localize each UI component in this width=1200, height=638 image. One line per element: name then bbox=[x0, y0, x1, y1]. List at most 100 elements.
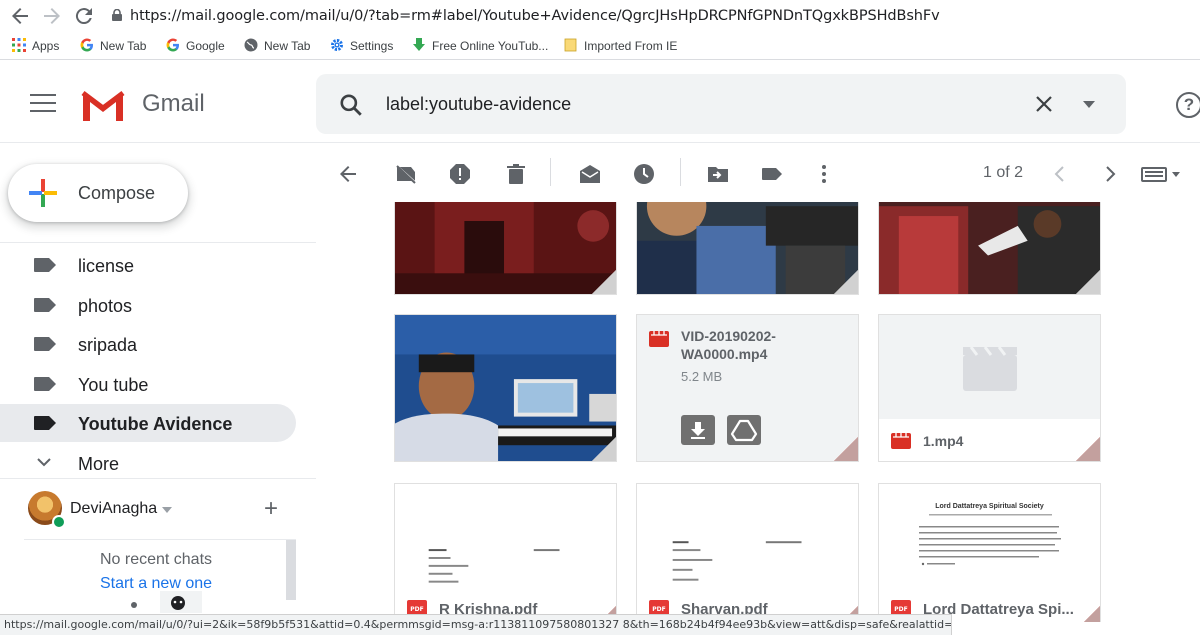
page-fold-icon bbox=[834, 270, 858, 294]
bookmark-new-tab[interactable]: New Tab bbox=[80, 37, 146, 55]
clear-search-icon[interactable] bbox=[1032, 92, 1056, 116]
globe-icon bbox=[244, 38, 258, 52]
label-tag-icon bbox=[34, 416, 56, 430]
sidebar-item-label: photos bbox=[78, 296, 133, 316]
move-to-icon[interactable] bbox=[706, 162, 730, 186]
delete-icon[interactable] bbox=[504, 162, 528, 186]
bookmark-label: Imported From IE bbox=[584, 39, 678, 53]
sidebar-item-label: license bbox=[78, 256, 135, 276]
photo-thumbnail bbox=[637, 202, 858, 294]
sidebar-item-sripada[interactable]: sripada bbox=[0, 325, 296, 363]
sidebar-item-label: More bbox=[78, 454, 120, 474]
labels-icon[interactable] bbox=[760, 162, 784, 186]
bookmark-imported-from-ie[interactable]: Imported From IE bbox=[564, 37, 677, 55]
bookmark-new-tab-2[interactable]: New Tab bbox=[244, 37, 310, 55]
folder-icon bbox=[564, 38, 577, 52]
compose-label: Compose bbox=[78, 183, 156, 203]
help-icon[interactable]: ? bbox=[1176, 92, 1200, 118]
attachment-video-1-mp4[interactable]: 1.mp4 bbox=[878, 314, 1101, 462]
sidebar-item-you-tube[interactable]: You tube bbox=[0, 365, 296, 403]
bookmark-label: Settings bbox=[350, 39, 394, 53]
bookmark-label: Apps bbox=[32, 39, 60, 53]
video-filename: 1.mp4 bbox=[923, 433, 964, 449]
sidebar-item-youtube-avidence[interactable]: Youtube Avidence bbox=[0, 404, 296, 442]
url-field[interactable]: https://mail.google.com/mail/u/0/?tab=rm… bbox=[112, 5, 1192, 27]
attachments-grid: VID-20190202- WA0000.mp4 5.2 MB 1.mp4 PD… bbox=[316, 202, 1200, 622]
report-spam-icon[interactable] bbox=[448, 162, 472, 186]
gmail-wordmark: Gmail bbox=[142, 90, 205, 117]
pagination-count: 1 of 2 bbox=[983, 164, 1024, 181]
main-menu-icon[interactable] bbox=[30, 94, 56, 114]
video-file-icon bbox=[649, 331, 669, 347]
bookmark-google[interactable]: Google bbox=[166, 37, 225, 55]
archive-icon[interactable] bbox=[394, 162, 418, 186]
chat-icon bbox=[171, 596, 185, 610]
search-input[interactable]: label:youtube-avidence bbox=[386, 92, 571, 116]
more-vertical-icon[interactable] bbox=[812, 162, 836, 186]
page-fold-icon bbox=[834, 437, 858, 461]
search-icon[interactable] bbox=[338, 92, 364, 118]
compose-button[interactable]: Compose bbox=[8, 164, 188, 222]
chat-scrollbar[interactable] bbox=[286, 540, 296, 600]
new-chat-plus-icon[interactable]: + bbox=[264, 497, 278, 521]
attachment-pdf-sharvan[interactable]: PDF Sharvan.pdf bbox=[636, 483, 859, 622]
back-to-list-icon[interactable] bbox=[336, 162, 360, 186]
input-tools-keyboard-icon[interactable] bbox=[1140, 162, 1184, 186]
older-chevron-right-icon[interactable] bbox=[1098, 162, 1122, 186]
video-filesize: 5.2 MB bbox=[681, 369, 723, 384]
compose-plus-icon bbox=[29, 179, 57, 207]
apps-grid-icon bbox=[12, 38, 26, 52]
video-filename-line1: VID-20190202- bbox=[681, 328, 776, 344]
video-clapper-icon bbox=[963, 346, 1017, 391]
lock-icon bbox=[112, 9, 122, 21]
bookmark-label: New Tab bbox=[100, 39, 147, 53]
hangouts-username[interactable]: DeviAnagha bbox=[70, 499, 157, 519]
browser-status-url: https://mail.google.com/mail/u/0/?ui=2&i… bbox=[0, 614, 952, 635]
bookmark-settings[interactable]: Settings bbox=[330, 37, 393, 55]
bookmark-apps[interactable]: Apps bbox=[12, 37, 59, 55]
attachment-photo-studio-singer[interactable] bbox=[878, 202, 1101, 295]
presence-dot bbox=[52, 515, 66, 529]
search-bar[interactable]: label:youtube-avidence bbox=[316, 74, 1126, 134]
page-fold-icon bbox=[1084, 606, 1100, 622]
browser-address-bar: https://mail.google.com/mail/u/0/?tab=rm… bbox=[0, 0, 1200, 32]
video-filename-line2: WA0000.mp4 bbox=[681, 346, 768, 362]
attachment-pdf-lord-dattatreya[interactable]: Lord Dattatreya Spiritual Society PDF Lo… bbox=[878, 483, 1101, 622]
photo-thumbnail bbox=[879, 202, 1100, 294]
page-fold-icon bbox=[592, 270, 616, 294]
search-options-caret-icon[interactable] bbox=[1082, 99, 1096, 109]
page-fold-icon bbox=[592, 437, 616, 461]
caret-down-icon[interactable] bbox=[162, 507, 172, 513]
label-tag-icon bbox=[34, 298, 56, 312]
reload-icon[interactable] bbox=[72, 4, 96, 28]
gmail-logo-icon[interactable] bbox=[80, 87, 126, 121]
attachment-pdf-r-krishna[interactable]: PDF R Krishna.pdf bbox=[394, 483, 617, 622]
download-icon bbox=[691, 422, 705, 439]
newer-chevron-left-icon[interactable] bbox=[1048, 162, 1072, 186]
toolbar-separator bbox=[680, 158, 681, 186]
download-button[interactable] bbox=[681, 415, 715, 445]
sidebar-divider bbox=[0, 242, 316, 243]
contacts-icon bbox=[131, 602, 137, 608]
bookmark-free-online-youtube[interactable]: Free Online YouTub... bbox=[412, 37, 548, 55]
sidebar-item-more[interactable]: More bbox=[0, 444, 296, 482]
snooze-clock-icon[interactable] bbox=[632, 162, 656, 186]
save-to-drive-button[interactable] bbox=[727, 415, 761, 445]
attachment-photo-group-selfie[interactable] bbox=[636, 202, 859, 295]
bookmark-label: Free Online YouTub... bbox=[432, 39, 549, 53]
photo-thumbnail bbox=[395, 202, 616, 294]
forward-arrow-icon[interactable] bbox=[40, 4, 64, 28]
back-arrow-icon[interactable] bbox=[8, 4, 32, 28]
sidebar-item-label: Youtube Avidence bbox=[78, 414, 233, 434]
pdf-preview-heading: Lord Dattatreya Spiritual Society bbox=[935, 503, 1044, 510]
sidebar-item-license[interactable]: license bbox=[0, 246, 296, 284]
attachment-video-vid-20190202[interactable]: VID-20190202- WA0000.mp4 5.2 MB bbox=[636, 314, 859, 462]
bookmarks-bar: Apps New Tab Google New Tab Settings Fre… bbox=[0, 32, 1200, 60]
hangouts-bottom-tabs bbox=[131, 591, 202, 613]
sidebar-item-photos[interactable]: photos bbox=[0, 286, 296, 324]
photo-thumbnail bbox=[395, 315, 616, 461]
page-fold-icon bbox=[1076, 437, 1100, 461]
mark-as-unread-icon[interactable] bbox=[578, 162, 602, 186]
attachment-photo-portrait-keyboard[interactable] bbox=[394, 314, 617, 462]
attachment-photo-studio-mic[interactable] bbox=[394, 202, 617, 295]
